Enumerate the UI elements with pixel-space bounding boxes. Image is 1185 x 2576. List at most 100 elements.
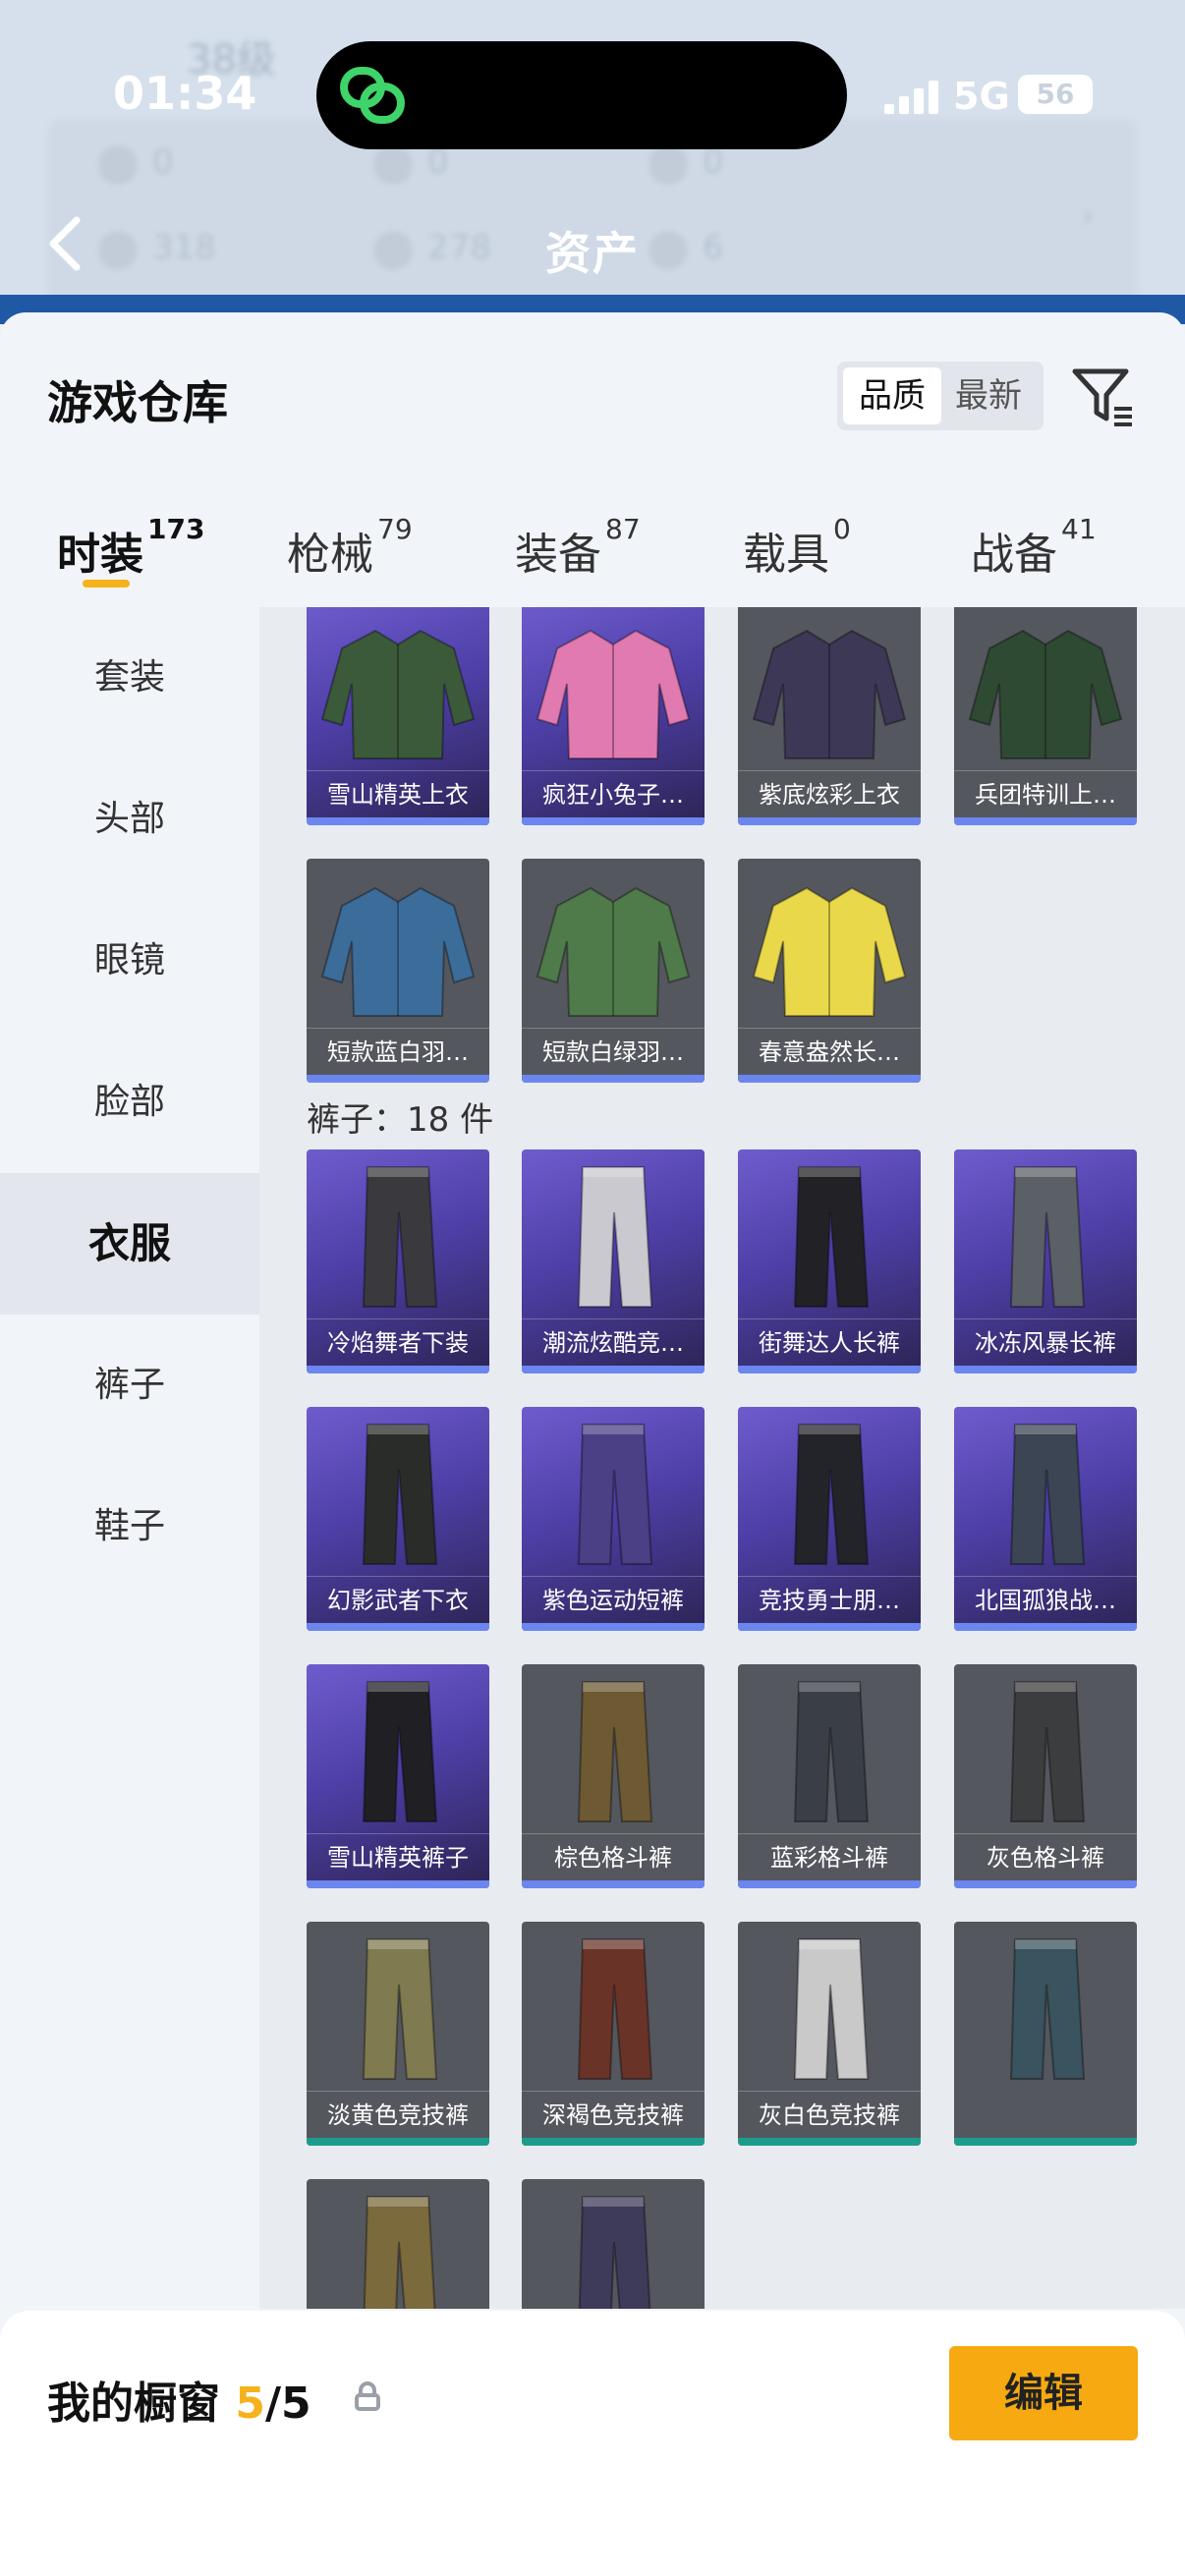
item-name: 兵团特训上…: [954, 770, 1137, 817]
edit-button[interactable]: 编辑: [949, 2346, 1138, 2440]
garment-icon: [536, 886, 691, 1017]
item-card[interactable]: 街舞达人长裤: [738, 1149, 921, 1373]
item-name: 街舞达人长裤: [738, 1318, 921, 1366]
rarity-bar: [522, 1880, 705, 1888]
rarity-bar: [522, 1366, 705, 1373]
tab-supplies[interactable]: 战备41: [971, 513, 1097, 582]
rarity-bar: [738, 1075, 921, 1083]
rarity-bar: [522, 817, 705, 825]
rarity-bar: [954, 1880, 1137, 1888]
garment-icon: [793, 1424, 870, 1565]
item-name: 雪山精英裤子: [307, 1833, 489, 1880]
category-tabs: 时装173 枪械79 装备87 载具0 战备41: [0, 499, 1185, 607]
garment-icon: [968, 629, 1123, 759]
item-card[interactable]: 春意盎然长…: [738, 859, 921, 1083]
item-card[interactable]: 灰白色竞技裤: [738, 1922, 921, 2146]
garment-icon: [362, 1166, 438, 1308]
rarity-bar: [307, 1880, 489, 1888]
showcase-count: 5: [235, 2379, 265, 2429]
rarity-bar: [738, 817, 921, 825]
item-card[interactable]: 兵团特训上…: [954, 607, 1137, 825]
rarity-bar: [954, 817, 1137, 825]
rarity-bar: [954, 1623, 1137, 1631]
garment-icon: [320, 886, 476, 1017]
garment-icon: [363, 2196, 436, 2309]
dynamic-island: [316, 41, 847, 149]
rarity-bar: [738, 2138, 921, 2146]
link-icon: [338, 63, 407, 128]
item-name: 春意盎然长…: [738, 1028, 921, 1075]
item-name: 潮流炫酷竞…: [522, 1318, 705, 1366]
coin-icon: [649, 145, 688, 185]
item-card[interactable]: 竞技勇士朋…: [738, 1407, 921, 1631]
active-tab-indicator: [83, 580, 130, 588]
item-card[interactable]: 棕色格斗裤: [522, 1664, 705, 1888]
item-name: 冷焰舞者下装: [307, 1318, 489, 1366]
rarity-bar: [522, 1075, 705, 1083]
showcase-bar: 我的橱窗 5/5 编辑: [0, 2311, 1185, 2576]
garment-icon: [793, 1938, 870, 2080]
item-card[interactable]: 冷焰舞者下装: [307, 1149, 489, 1373]
item-card[interactable]: 冰冻风暴长裤: [954, 1149, 1137, 1373]
item-name: 深褐色竞技裤: [522, 2091, 705, 2138]
signal-icon: [884, 81, 939, 114]
item-card[interactable]: 短款蓝白羽…: [307, 859, 489, 1083]
item-card[interactable]: 紫色运动短裤: [522, 1407, 705, 1631]
garment-icon: [1009, 1424, 1086, 1565]
item-card[interactable]: 短款白绿羽…: [522, 859, 705, 1083]
status-time: 01:34: [113, 67, 257, 120]
item-card[interactable]: [954, 1922, 1137, 2146]
item-card[interactable]: [307, 2179, 489, 2309]
garment-icon: [577, 1166, 653, 1308]
item-card[interactable]: [522, 2179, 705, 2309]
item-card[interactable]: 北国孤狼战…: [954, 1407, 1137, 1631]
sort-quality-button[interactable]: 品质: [843, 367, 941, 424]
garment-icon: [793, 1166, 870, 1308]
item-card[interactable]: 蓝彩格斗裤: [738, 1664, 921, 1888]
item-card[interactable]: 雪山精英上衣: [307, 607, 489, 825]
tab-equipment[interactable]: 装备87: [515, 513, 641, 582]
sidebar-item-head[interactable]: 头部: [0, 749, 259, 890]
filter-icon[interactable]: [1071, 364, 1136, 428]
garment-icon: [320, 629, 476, 759]
sidebar-item-glasses[interactable]: 眼镜: [0, 890, 259, 1032]
item-name: 棕色格斗裤: [522, 1833, 705, 1880]
rarity-bar: [307, 1623, 489, 1631]
network-type: 5G: [953, 75, 1010, 118]
sidebar-item-pants[interactable]: 裤子: [0, 1315, 259, 1456]
garment-icon: [577, 1938, 653, 2080]
item-grid: 裤子：18 件 雪山精英上衣 疯狂小兔子… 紫底炫彩上衣 兵团特训上… 短款蓝白羽… 短款…: [259, 607, 1185, 2309]
rarity-bar: [738, 1623, 921, 1631]
sidebar-item-face[interactable]: 脸部: [0, 1032, 259, 1173]
pants-section-header: 裤子：18 件: [307, 1100, 494, 1140]
garment-icon: [793, 1681, 870, 1822]
item-card[interactable]: 潮流炫酷竞…: [522, 1149, 705, 1373]
tab-guns[interactable]: 枪械79: [287, 513, 413, 582]
item-card[interactable]: 淡黄色竞技裤: [307, 1922, 489, 2146]
garment-icon: [752, 629, 907, 759]
item-card[interactable]: 疯狂小兔子…: [522, 607, 705, 825]
sheet-title: 游戏仓库: [47, 376, 228, 429]
item-name: 疯狂小兔子…: [522, 770, 705, 817]
lock-icon: [354, 2381, 381, 2411]
coin-icon: [373, 145, 413, 185]
tab-fashion[interactable]: 时装173: [57, 513, 204, 582]
garment-icon: [577, 1424, 653, 1565]
tab-vehicles[interactable]: 载具0: [743, 513, 851, 582]
item-card[interactable]: 幻影武者下衣: [307, 1407, 489, 1631]
subcategory-sidebar: 套装 头部 眼镜 脸部 衣服 裤子 鞋子: [0, 607, 259, 2376]
garment-icon: [1009, 1166, 1086, 1308]
rarity-bar: [307, 1366, 489, 1373]
sidebar-item-shoes[interactable]: 鞋子: [0, 1456, 259, 1597]
sidebar-item-clothes[interactable]: 衣服: [0, 1173, 259, 1315]
item-card[interactable]: 雪山精英裤子: [307, 1664, 489, 1888]
garment-icon: [578, 2196, 651, 2309]
rarity-bar: [522, 1623, 705, 1631]
garment-icon: [1009, 1938, 1086, 2080]
item-card[interactable]: 紫底炫彩上衣: [738, 607, 921, 825]
item-name: 冰冻风暴长裤: [954, 1318, 1137, 1366]
sort-newest-button[interactable]: 最新: [939, 367, 1038, 424]
item-card[interactable]: 灰色格斗裤: [954, 1664, 1137, 1888]
item-card[interactable]: 深褐色竞技裤: [522, 1922, 705, 2146]
sidebar-item-outfit[interactable]: 套装: [0, 607, 259, 749]
